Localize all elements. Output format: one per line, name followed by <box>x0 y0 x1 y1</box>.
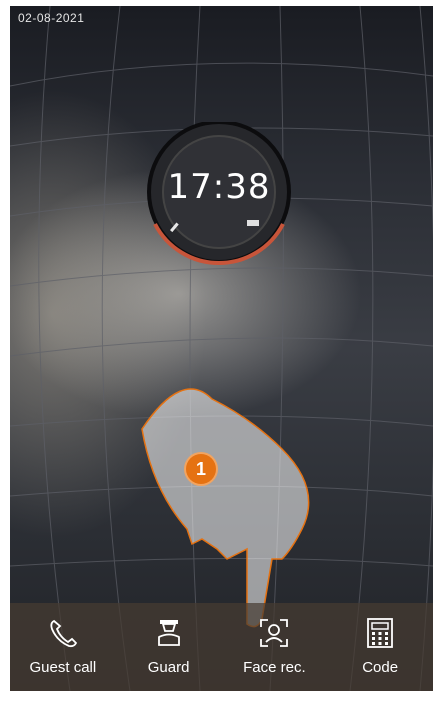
face-recognition-button[interactable]: Face rec. <box>222 603 328 691</box>
guard-icon <box>157 620 180 646</box>
face-recognition-label: Face rec. <box>243 659 306 676</box>
bottom-action-bar: Guest call Guard Face rec. Code <box>10 603 433 691</box>
code-label: Code <box>362 659 399 676</box>
face-recognition-icon <box>260 619 289 647</box>
guest-call-label: Guest call <box>29 659 97 676</box>
guard-label: Guard <box>147 659 190 676</box>
guest-call-button[interactable]: Guest call <box>10 603 116 691</box>
guard-button[interactable]: Guard <box>116 603 222 691</box>
pointing-hand-icon <box>141 388 310 628</box>
keypad-icon <box>367 618 394 648</box>
clock-time: 17:38 <box>167 167 271 207</box>
step-marker: 1 <box>186 454 216 484</box>
date-display: 02-08-2021 <box>18 11 85 25</box>
device-screen: 02-08-2021 17:38 1 Guest call Guard Face… <box>10 6 433 691</box>
phone-icon <box>50 619 77 648</box>
clock-widget: 17:38 <box>143 122 295 274</box>
code-button[interactable]: Code <box>327 603 433 691</box>
